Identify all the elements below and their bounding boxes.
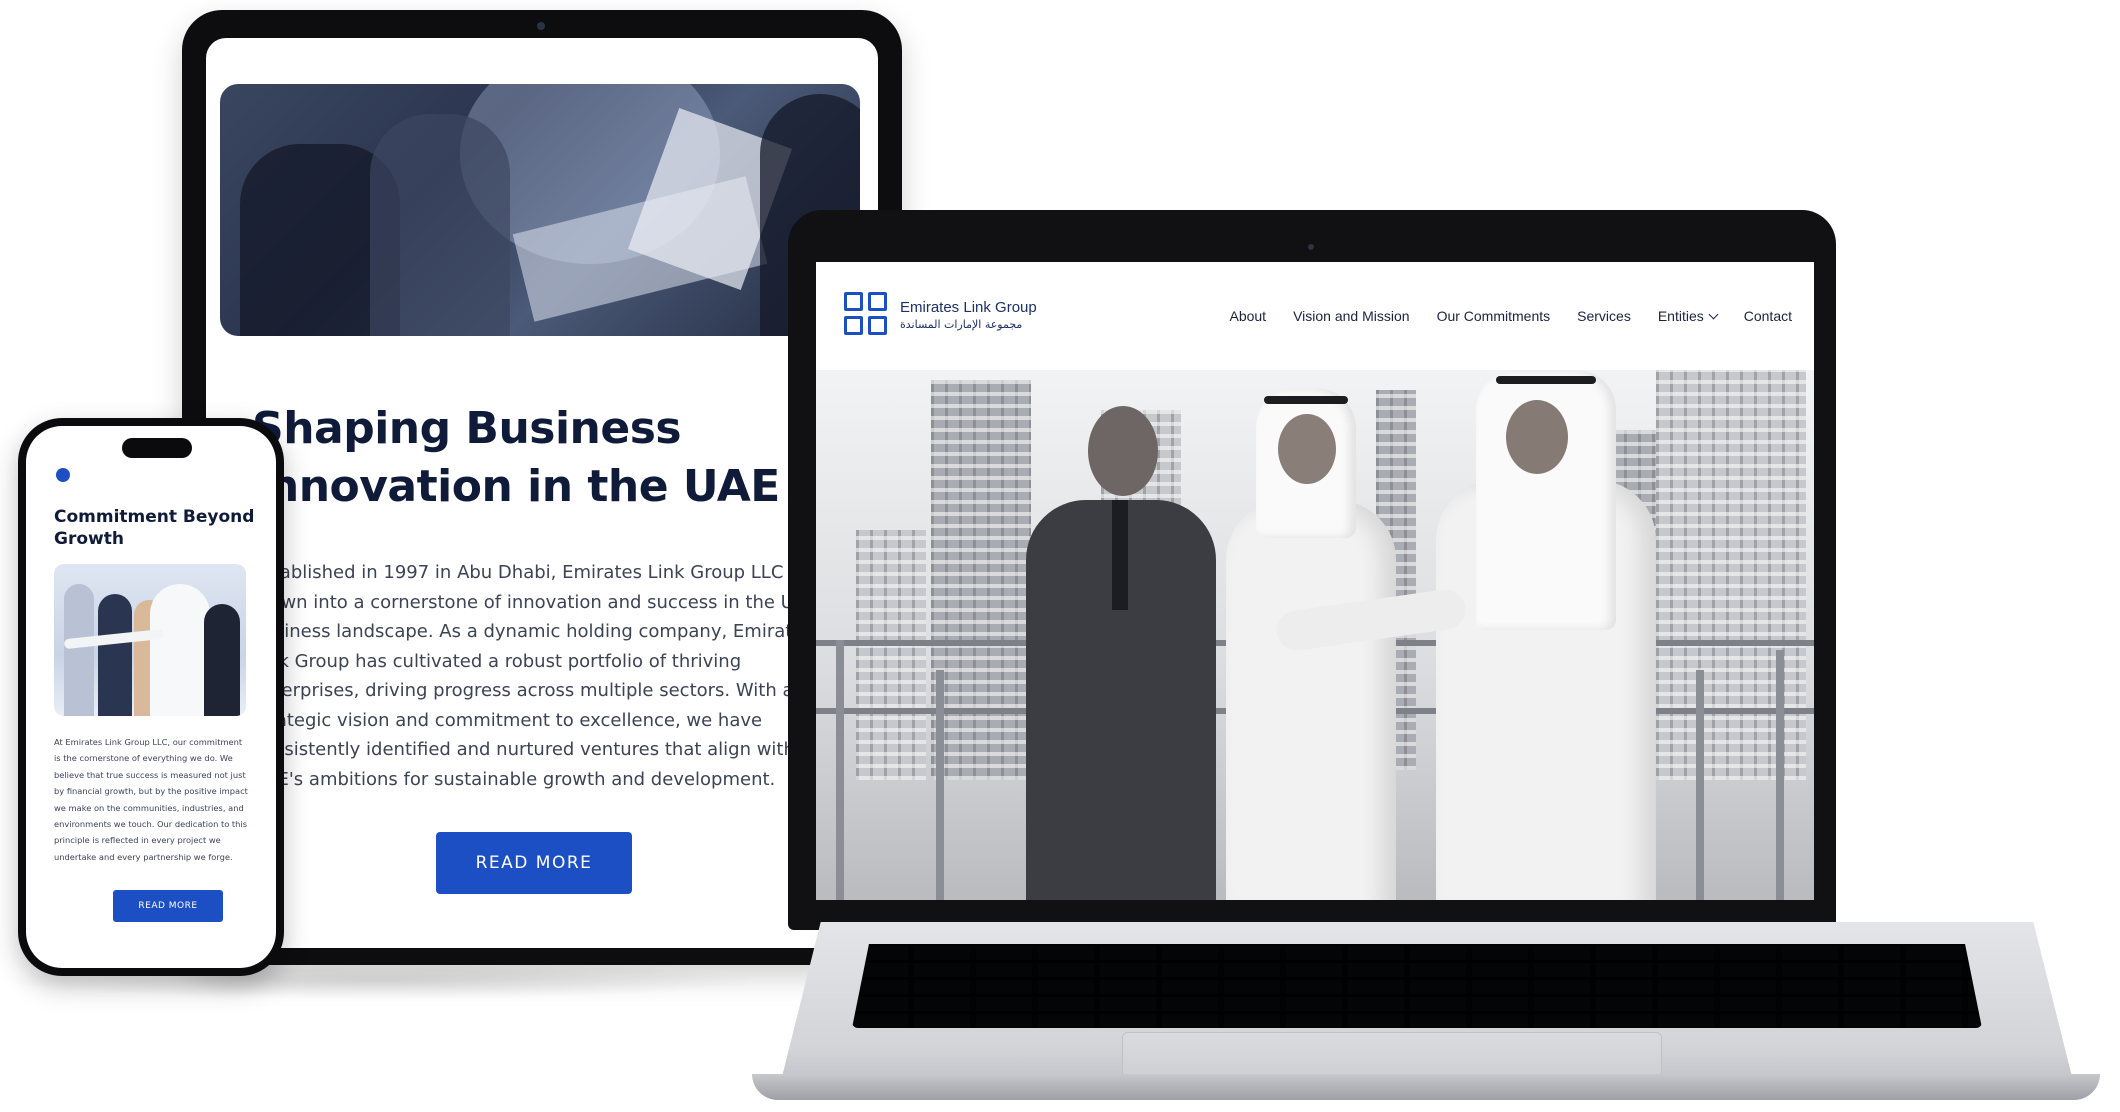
laptop-device: Emirates Link Group مجموعة الإمارات المس… <box>788 210 1836 930</box>
nav-vision-mission[interactable]: Vision and Mission <box>1293 308 1409 324</box>
nav-entities[interactable]: Entities <box>1658 308 1719 324</box>
tablet-read-more-button[interactable]: READ MORE <box>436 832 632 894</box>
laptop-base <box>752 922 2100 1112</box>
tablet-screen: Shaping Business Innovation in the UAE E… <box>206 38 878 948</box>
site-hero-image <box>816 370 1814 900</box>
tablet-headline: Shaping Business Innovation in the UAE <box>252 403 780 512</box>
phone-device: Commitment Beyond Growth At Emirates Lin… <box>18 418 284 976</box>
phone-read-more-button[interactable]: READ MORE <box>113 890 223 922</box>
brand-mark-icon <box>844 292 890 338</box>
phone-screen: Commitment Beyond Growth At Emirates Lin… <box>26 426 276 968</box>
brand-name: Emirates Link Group <box>900 298 1037 316</box>
site-header: Emirates Link Group مجموعة الإمارات المس… <box>816 262 1814 370</box>
laptop-camera <box>1308 244 1314 250</box>
nav-our-commitments[interactable]: Our Commitments <box>1437 308 1551 324</box>
chevron-down-icon <box>1708 309 1719 319</box>
phone-body-text: At Emirates Link Group LLC, our commitme… <box>54 737 248 862</box>
phone-logo-icon <box>56 468 70 482</box>
brand-logo[interactable]: Emirates Link Group مجموعة الإمارات المس… <box>844 292 1037 338</box>
laptop-keyboard <box>852 944 1982 1028</box>
phone-image <box>54 564 246 716</box>
nav-services[interactable]: Services <box>1577 308 1631 324</box>
main-nav: About Vision and Mission Our Commitments… <box>1229 308 1792 324</box>
phone-notch <box>122 438 192 458</box>
laptop-screen: Emirates Link Group مجموعة الإمارات المس… <box>816 262 1814 900</box>
nav-about[interactable]: About <box>1229 308 1266 324</box>
brand-arabic-name: مجموعة الإمارات المساندة <box>900 317 1023 331</box>
nav-contact[interactable]: Contact <box>1744 308 1792 324</box>
phone-title: Commitment Beyond Growth <box>54 507 255 549</box>
tablet-camera <box>537 22 545 30</box>
tablet-hero-image <box>220 84 860 336</box>
tablet-body-text: Established in 1997 in Abu Dhabi, Emirat… <box>252 562 832 790</box>
laptop-trackpad <box>1122 1032 1662 1078</box>
